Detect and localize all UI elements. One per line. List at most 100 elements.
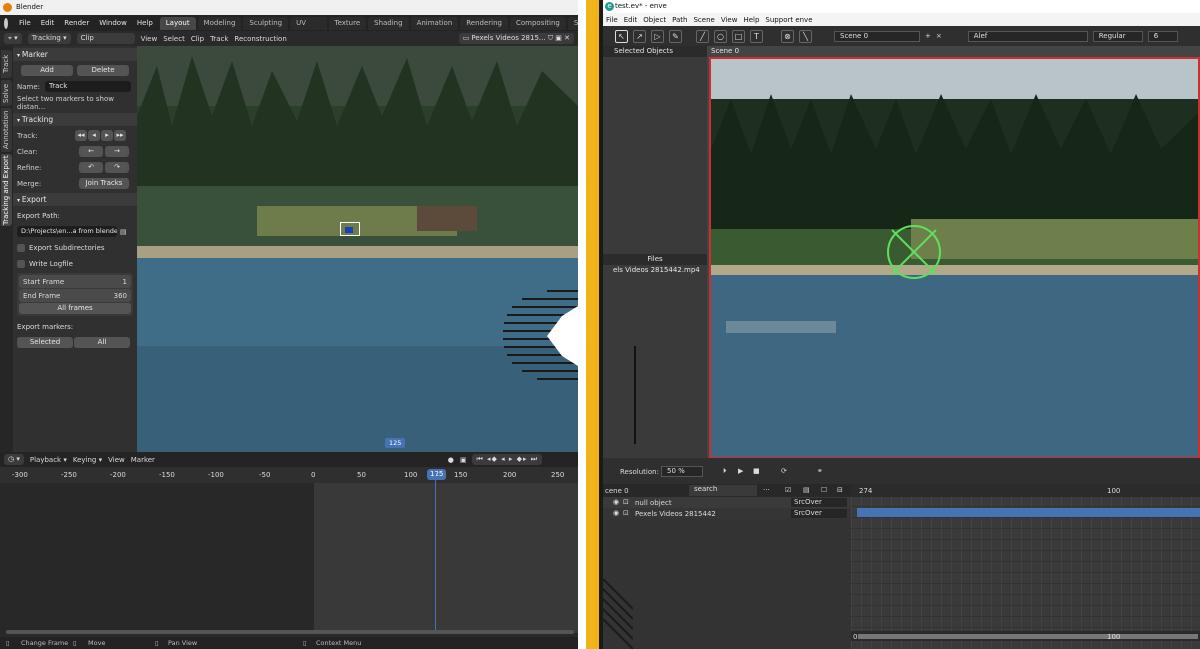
view-mode-dropdown[interactable]: Clip <box>76 33 135 44</box>
tab-tracking-export[interactable]: Tracking and Export <box>1 154 12 226</box>
toggle-locked-icon[interactable]: ▤ <box>803 486 810 494</box>
erase-tool-icon[interactable]: ⊗ <box>781 29 794 43</box>
track-target-icon[interactable] <box>887 225 941 279</box>
tab-texture-paint[interactable]: Texture Paint <box>328 16 367 40</box>
lock-icon[interactable]: ⊡ <box>623 498 629 506</box>
resolution-select[interactable]: 50 % <box>661 466 703 477</box>
tab-uv-editing[interactable]: UV Editing <box>290 16 327 40</box>
join-tracks-button[interactable]: Join Tracks <box>79 178 129 189</box>
range-slider[interactable] <box>858 634 1198 639</box>
toggle-visible-icon[interactable]: ☑ <box>785 486 791 494</box>
blend-mode-select[interactable]: SrcOver <box>791 509 847 518</box>
tab-sculpting[interactable]: Sculpting <box>243 16 289 30</box>
canvas-tab[interactable]: Scene 0 <box>711 46 739 57</box>
menu-keying[interactable]: Keying ▾ <box>73 456 102 464</box>
brush-tool-icon[interactable]: ╱ <box>696 29 709 43</box>
track-backward-button[interactable]: ◂ <box>88 130 100 141</box>
rectangle-tool-icon[interactable]: □ <box>732 29 745 43</box>
menu-scene[interactable]: Scene <box>690 16 717 24</box>
tab-track[interactable]: Track <box>1 50 12 78</box>
remove-scene-icon[interactable]: × <box>936 32 942 40</box>
export-all-button[interactable]: All <box>74 337 130 348</box>
font-size-field[interactable]: 6 <box>1147 30 1178 42</box>
delete-marker-button[interactable]: Delete <box>77 65 129 76</box>
menu-select[interactable]: Select <box>163 35 185 43</box>
pen-tool-icon[interactable]: ✎ <box>669 29 682 43</box>
menu-edit[interactable]: Edit <box>621 16 641 24</box>
select-tool-icon[interactable]: ↖ <box>615 29 628 43</box>
track-backward-all-button[interactable]: ◂◂ <box>75 130 87 141</box>
scene-tree-row[interactable]: ◉ ⊡ Pexels Videos 2815442 SrcOver <box>603 508 851 519</box>
loop-icon[interactable]: ⟳ <box>781 467 787 475</box>
tab-scripting[interactable]: Scripti <box>567 16 578 30</box>
export-path-field[interactable]: D:\Projects\en...a from blender\ <box>17 226 117 237</box>
tab-animation[interactable]: Animation <box>410 16 459 30</box>
marker-name-field[interactable]: Track <box>45 81 131 92</box>
current-frame-badge[interactable]: 125 <box>427 469 447 480</box>
eye-icon[interactable]: ◉ <box>613 509 619 517</box>
point-tool-icon[interactable]: ▷ <box>651 29 664 43</box>
scene-tree-scene[interactable]: cene 0 <box>605 487 629 495</box>
clock-icon[interactable]: ◷ ▾ <box>4 454 24 465</box>
menu-edit[interactable]: Edit <box>36 19 60 27</box>
more-options-icon[interactable]: ··· <box>763 486 770 494</box>
write-logfile-checkbox[interactable]: Write Logfile <box>17 257 133 270</box>
menu-file[interactable]: File <box>14 19 36 27</box>
menu-help[interactable]: Help <box>132 19 158 27</box>
keyframe-timeline[interactable]: 274 100 0 100 <box>851 484 1200 649</box>
timeline-scrollbar[interactable] <box>6 630 574 634</box>
play-icon[interactable]: ▶ <box>738 467 743 475</box>
track-forward-all-button[interactable]: ▸▸ <box>114 130 126 141</box>
menu-track[interactable]: Track <box>210 35 228 43</box>
selected-objects-panel[interactable] <box>603 57 707 252</box>
checkbox-box[interactable] <box>17 259 25 268</box>
autokey-button[interactable]: ▣ <box>460 456 467 464</box>
toggle-selected-icon[interactable]: ☐ <box>821 486 827 494</box>
checkbox-box[interactable] <box>17 243 25 252</box>
clear-forward-button[interactable]: → <box>105 146 129 157</box>
eye-icon[interactable]: ◉ <box>613 498 619 506</box>
end-frame-field[interactable]: End Frame 360 <box>19 289 131 302</box>
tracking-marker[interactable] <box>340 222 360 236</box>
menu-object[interactable]: Object <box>640 16 669 24</box>
editor-type-dropdown[interactable]: ⌖ ▾ <box>4 33 22 44</box>
node-tool-icon[interactable]: ↗ <box>633 29 646 43</box>
selected-objects-header[interactable]: Selected Objects <box>603 46 707 57</box>
all-frames-button[interactable]: All frames <box>19 303 131 314</box>
menu-render[interactable]: Render <box>59 19 94 27</box>
refine-forward-button[interactable]: ↷ <box>105 162 129 173</box>
tab-layout[interactable]: Layout <box>159 16 196 30</box>
export-selected-button[interactable]: Selected <box>17 337 73 348</box>
scene-tree-row[interactable]: ◉ ⊡ null object SrcOver <box>603 497 851 508</box>
menu-support-enve[interactable]: Support enve <box>762 16 815 24</box>
menu-view[interactable]: View <box>718 16 741 24</box>
marker-panel-header[interactable]: Marker <box>13 48 137 61</box>
color-picker-icon[interactable]: ╲ <box>799 29 812 43</box>
clip-selector[interactable]: ▭ Pexels Videos 2815... ⛉ ▣ ✕ <box>458 33 574 44</box>
menu-marker[interactable]: Marker <box>131 456 155 464</box>
scene-name-field[interactable]: Scene 0 <box>834 30 920 42</box>
playback-controls[interactable]: ⏮ ◂◆ ◂ ▸ ◆▸ ⏭ <box>472 454 542 465</box>
scene-canvas[interactable] <box>709 57 1200 459</box>
font-style-select[interactable]: Regular <box>1092 30 1143 42</box>
lock-icon[interactable]: ⊡ <box>623 509 629 517</box>
timeline-ruler[interactable]: -300 -250 -200 -150 -100 -50 0 50 100 12… <box>0 467 578 483</box>
menu-playback[interactable]: Playback ▾ <box>30 456 67 464</box>
menu-reconstruction[interactable]: Reconstruction <box>234 35 286 43</box>
clear-backward-button[interactable]: ← <box>79 146 103 157</box>
add-scene-icon[interactable]: + <box>925 32 931 40</box>
menu-clip[interactable]: Clip <box>191 35 204 43</box>
tracking-panel-header[interactable]: Tracking <box>13 113 137 126</box>
frame-range-bar[interactable]: 0 100 <box>851 631 1200 641</box>
track-forward-button[interactable]: ▸ <box>101 130 113 141</box>
tab-modeling[interactable]: Modeling <box>197 16 242 30</box>
add-marker-button[interactable]: Add <box>21 65 73 76</box>
text-tool-icon[interactable]: T <box>750 29 763 43</box>
tab-solve[interactable]: Solve <box>1 80 12 106</box>
record-button[interactable]: ● <box>448 456 454 464</box>
tab-rendering[interactable]: Rendering <box>460 16 508 30</box>
start-frame-field[interactable]: Start Frame 1 <box>19 275 131 288</box>
export-panel-header[interactable]: Export <box>13 193 137 206</box>
menu-help[interactable]: Help <box>740 16 762 24</box>
tab-shading[interactable]: Shading <box>368 16 409 30</box>
